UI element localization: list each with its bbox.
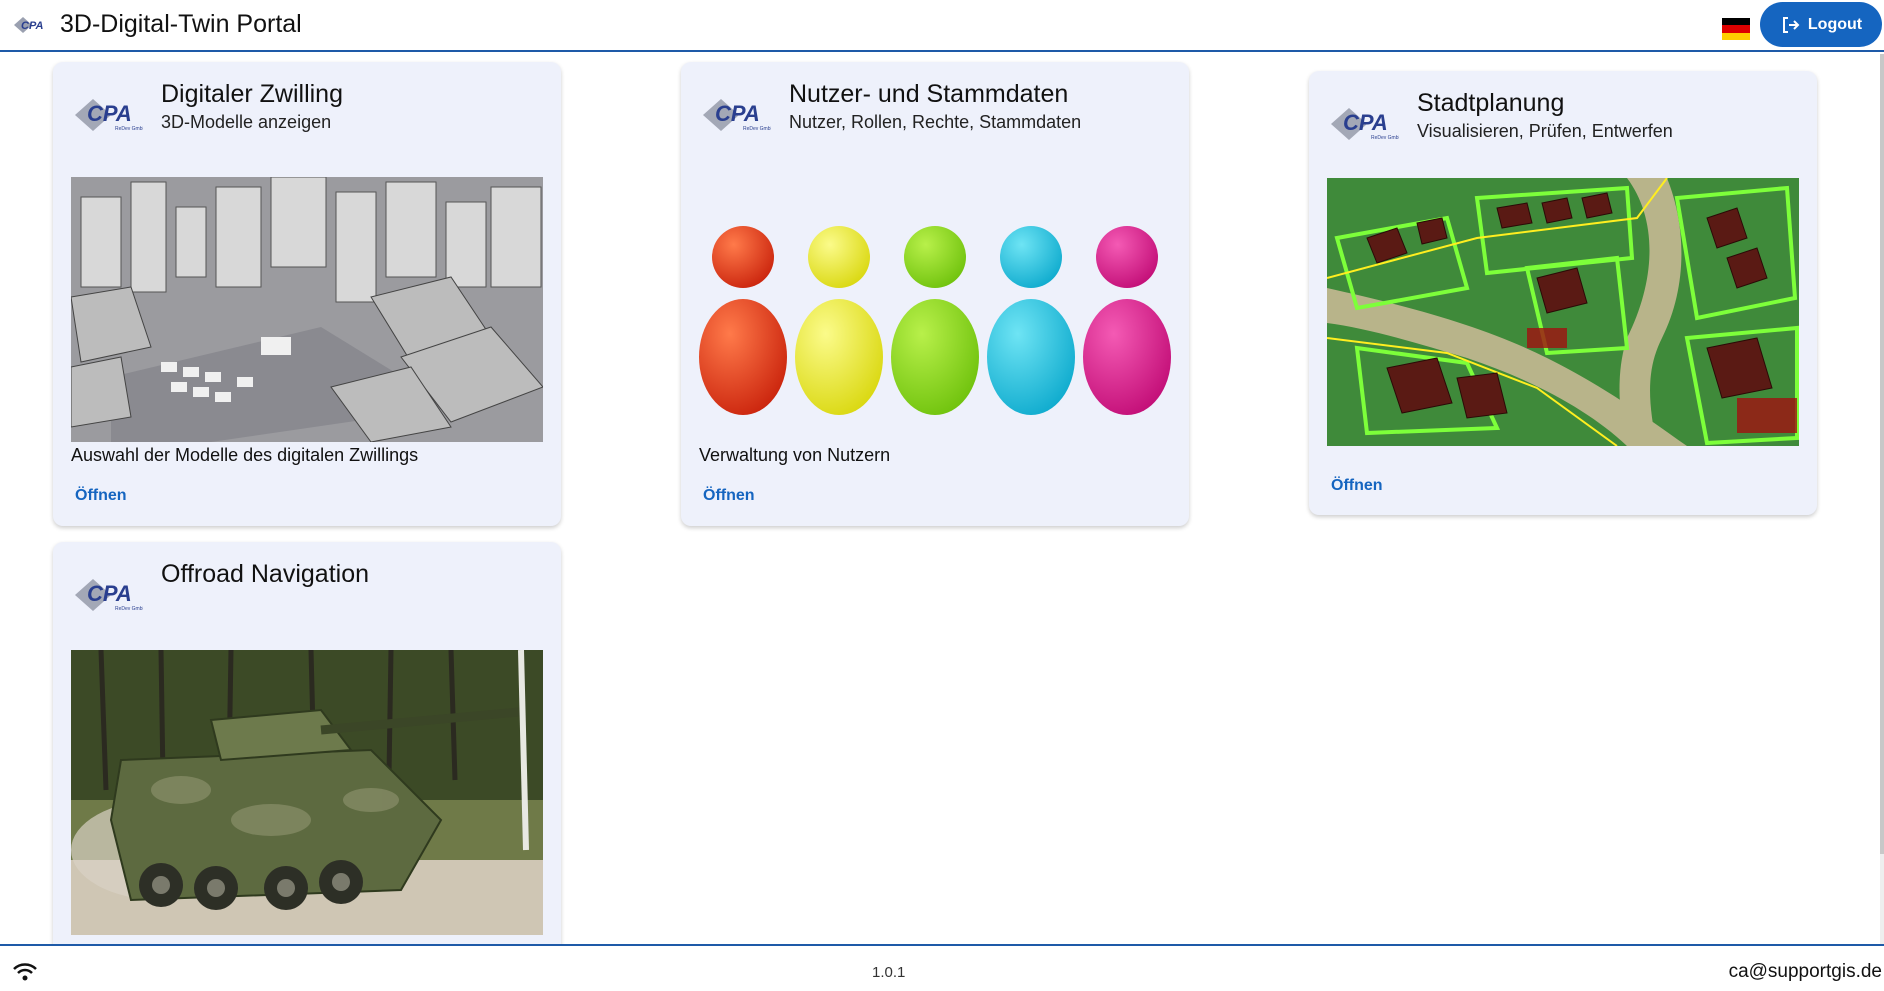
logout-icon xyxy=(1782,16,1800,33)
svg-text:CPA: CPA xyxy=(715,101,760,126)
svg-text:ReDev GmbH: ReDev GmbH xyxy=(115,126,143,132)
urban-planning-plots-image xyxy=(1327,178,1799,446)
cpa-logo-icon: CPA ReDev GmbH xyxy=(75,99,143,132)
wifi-icon xyxy=(13,963,37,981)
german-flag-icon[interactable] xyxy=(1722,18,1750,40)
colored-user-figures-image xyxy=(699,226,1171,415)
card-offroad-navigation: CPA ReDev GmbH Offroad Navigation xyxy=(53,542,561,944)
card-nutzer-stammdaten: CPA ReDev GmbH Nutzer- und Stammdaten Nu… xyxy=(681,62,1189,526)
svg-text:CPA: CPA xyxy=(87,581,132,606)
card-description: Auswahl der Modelle des digitalen Zwilli… xyxy=(71,445,419,465)
svg-text:CPA: CPA xyxy=(21,20,43,32)
cpa-logo-icon: CPA ReDev GmbH xyxy=(1331,108,1399,141)
cpa-logo-icon: CPA xyxy=(14,17,43,33)
svg-text:CPA: CPA xyxy=(1343,110,1388,135)
app-title: 3D-Digital-Twin Portal xyxy=(60,10,302,38)
card-description: Verwaltung von Nutzern xyxy=(699,445,891,465)
cpa-logo-icon: CPA ReDev GmbH xyxy=(75,579,143,612)
support-email[interactable]: ca@supportgis.de xyxy=(1729,961,1882,983)
card-title: Stadtplanung xyxy=(1417,89,1565,117)
svg-text:ReDev GmbH: ReDev GmbH xyxy=(743,126,771,132)
card-subtitle: 3D-Modelle anzeigen xyxy=(161,112,332,132)
card-subtitle: Nutzer, Rollen, Rechte, Stammdaten xyxy=(789,112,1082,132)
3d-city-model-image xyxy=(71,177,543,442)
logout-label: Logout xyxy=(1807,15,1863,33)
cpa-logo-icon: CPA ReDev GmbH xyxy=(703,99,771,132)
svg-text:ReDev GmbH: ReDev GmbH xyxy=(115,606,143,612)
open-button[interactable]: Öffnen xyxy=(75,487,127,505)
card-title: Nutzer- und Stammdaten xyxy=(789,80,1069,108)
footer-bar: 1.0.1 ca@supportgis.de xyxy=(0,944,1884,991)
svg-text:CPA: CPA xyxy=(87,101,132,126)
scrollbar-thumb[interactable] xyxy=(1880,54,1884,854)
card-title: Digitaler Zwilling xyxy=(161,80,343,108)
card-stadtplanung: CPA ReDev GmbH Stadtplanung Visualisiere… xyxy=(1309,71,1817,515)
card-subtitle: Visualisieren, Prüfen, Entwerfen xyxy=(1417,121,1673,141)
top-app-bar: CPA 3D-Digital-Twin Portal Logout xyxy=(0,0,1884,52)
open-button[interactable]: Öffnen xyxy=(1331,477,1383,495)
svg-text:ReDev GmbH: ReDev GmbH xyxy=(1371,135,1399,141)
card-title: Offroad Navigation xyxy=(161,560,369,588)
armored-vehicle-image xyxy=(71,650,543,935)
card-digitaler-zwilling: CPA ReDev GmbH Digitaler Zwilling 3D-Mod… xyxy=(53,62,561,526)
dashboard-main: CPA ReDev GmbH Digitaler Zwilling 3D-Mod… xyxy=(0,54,1884,944)
logout-button[interactable]: Logout xyxy=(1760,2,1882,47)
open-button[interactable]: Öffnen xyxy=(703,487,755,505)
app-version: 1.0.1 xyxy=(872,964,906,981)
